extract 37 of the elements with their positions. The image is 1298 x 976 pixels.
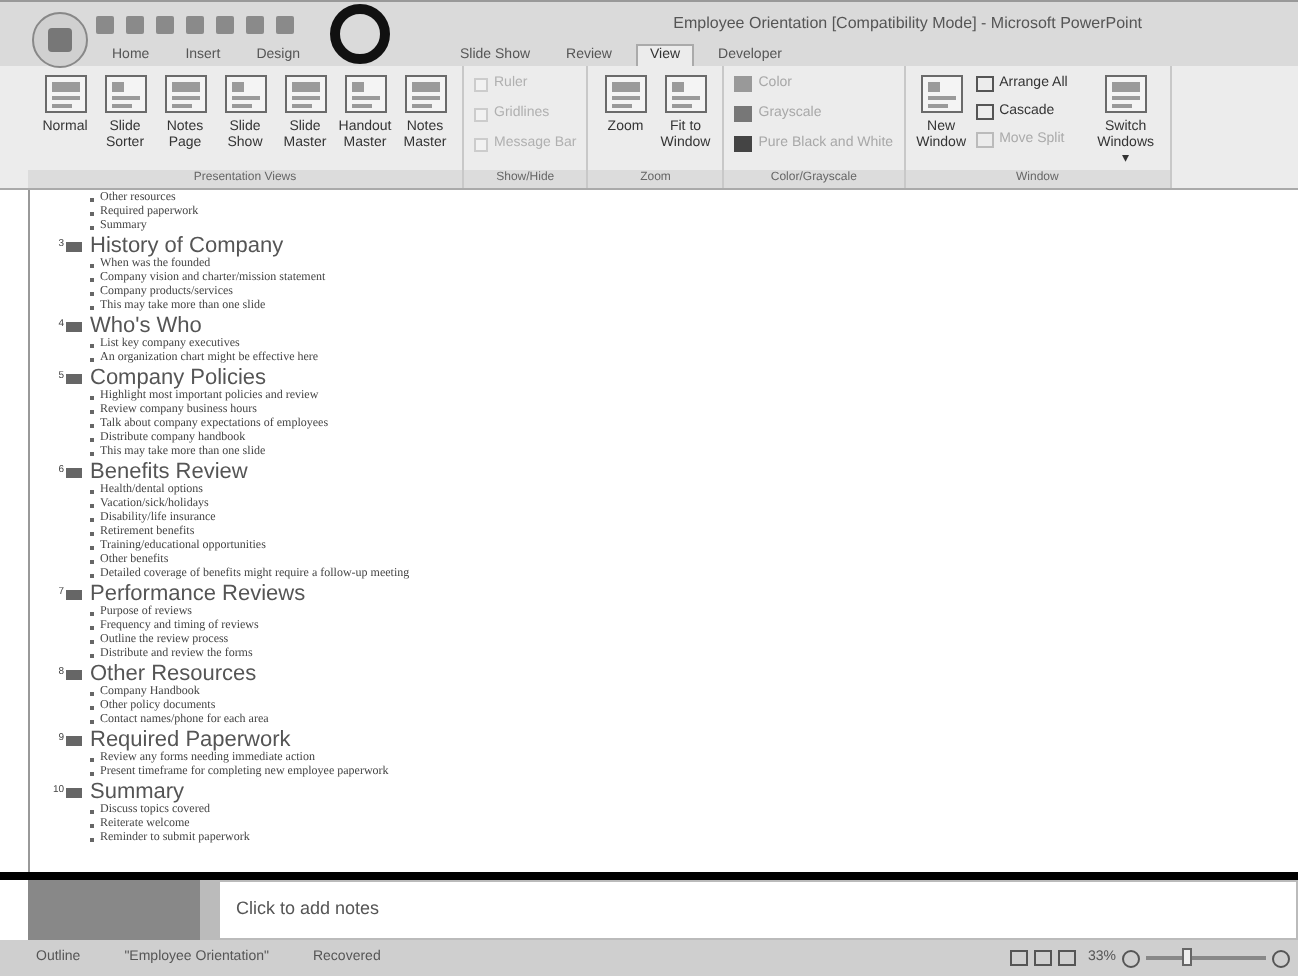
slide-title: Who's Who [90, 314, 202, 338]
view-icon [103, 74, 147, 114]
slideshow-view-icon[interactable] [1057, 950, 1076, 966]
view-icon [919, 74, 964, 114]
sorter-view-icon[interactable] [1033, 950, 1052, 966]
view-icon [603, 74, 648, 114]
view-icon [163, 74, 207, 114]
view-icon [43, 74, 87, 114]
slide-icon[interactable] [66, 373, 82, 383]
slide-title: Required Paperwork [90, 728, 291, 752]
zoom-out-icon[interactable] [1122, 949, 1140, 967]
slide-title: Performance Reviews [90, 582, 306, 606]
slide-thumbnail[interactable] [28, 880, 200, 940]
slide-icon[interactable] [66, 669, 82, 679]
view-icon [343, 74, 387, 114]
slide-icon[interactable] [66, 787, 82, 797]
notes-field[interactable]: Click to add notes [218, 880, 1298, 940]
slide-icon[interactable] [66, 321, 82, 331]
slide-title: Other Resources [90, 662, 257, 686]
slide-icon[interactable] [66, 589, 82, 599]
zoom-in-icon[interactable] [1272, 949, 1290, 967]
view-icon [663, 74, 708, 114]
slide-icon[interactable] [66, 241, 82, 251]
slide-icon[interactable] [66, 735, 82, 745]
view-icon [283, 74, 327, 114]
view-icon [1103, 74, 1148, 114]
window-title: Employee Orientation [Compatibility Mode] - Microsoft PowerPoint [673, 12, 1142, 36]
slide-title: History of Company [90, 234, 284, 258]
scrollbar[interactable] [200, 880, 218, 940]
view-icon [223, 74, 267, 114]
slide-icon[interactable] [66, 467, 82, 477]
slide-title: Summary [90, 780, 185, 804]
zoom-thumb[interactable] [1182, 948, 1193, 966]
slide-title: Benefits Review [90, 460, 248, 484]
slide-title: Company Policies [90, 366, 267, 390]
normal-view-icon[interactable] [1009, 950, 1028, 966]
view-icon [403, 74, 447, 114]
